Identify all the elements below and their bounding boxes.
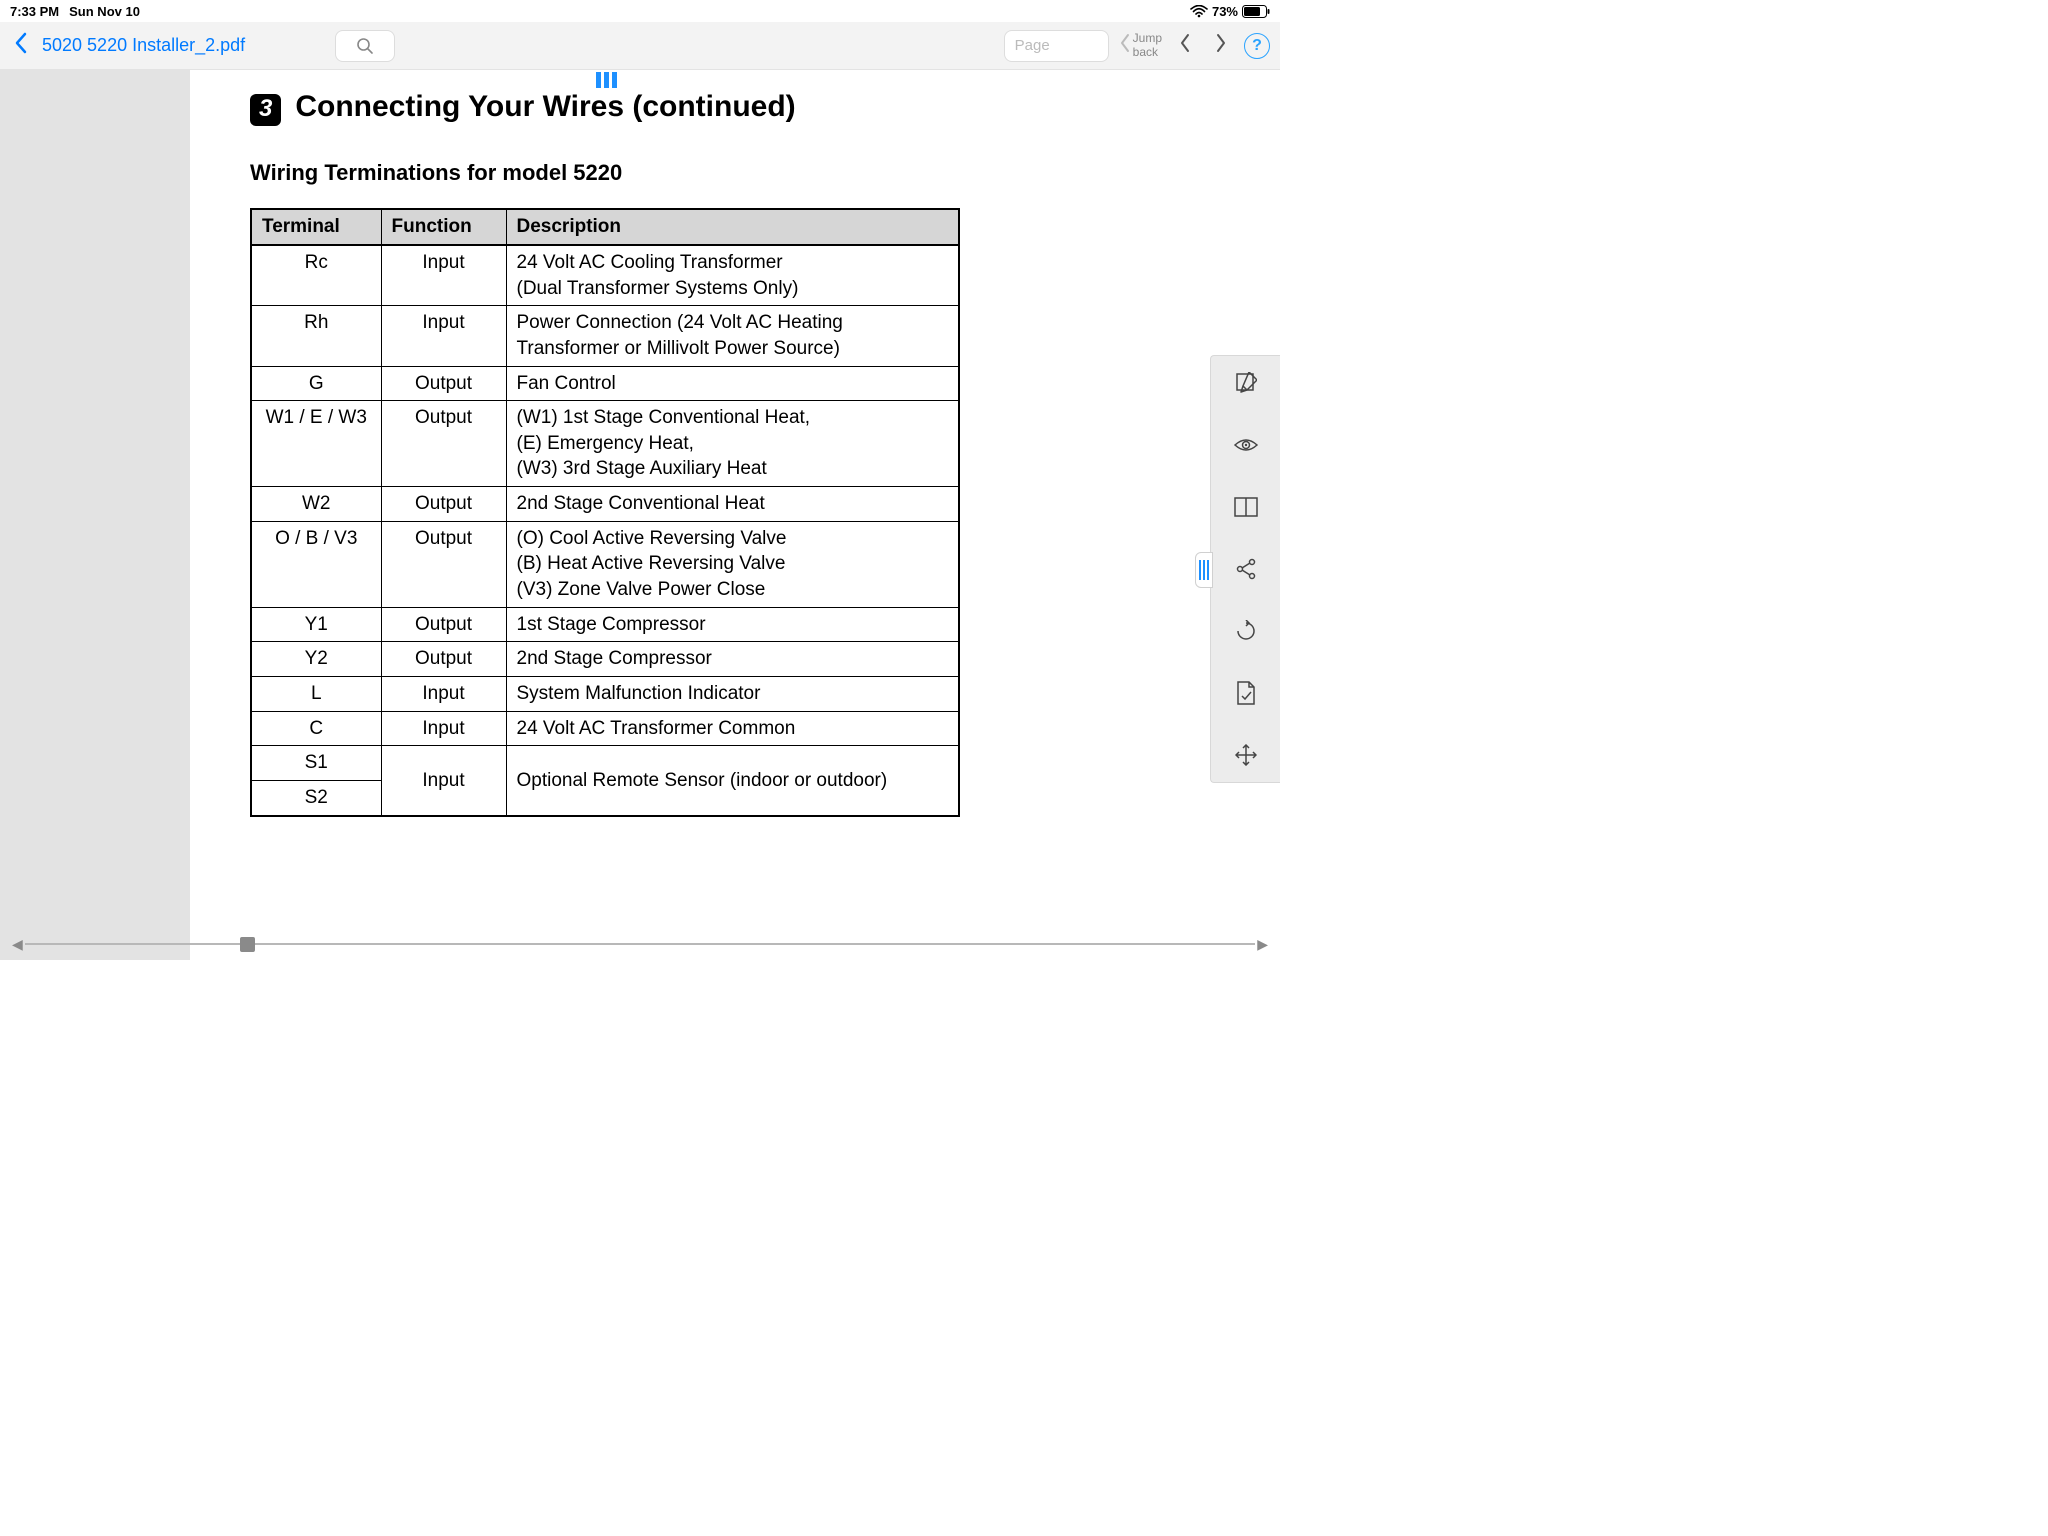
cell-function: Input [381,676,506,711]
col-terminal: Terminal [251,209,381,245]
chevron-left-icon [1119,33,1131,58]
two-page-icon[interactable] [1233,494,1259,520]
table-row: RcInput24 Volt AC Cooling Transformer(Du… [251,245,959,306]
cell-description: 1st Stage Compressor [506,607,959,642]
rotate-icon[interactable] [1233,618,1259,644]
cell-terminal: Y2 [251,642,381,677]
cell-description: 24 Volt AC Transformer Common [506,711,959,746]
cell-description: Power Connection (24 Volt AC HeatingTran… [506,306,959,366]
cell-terminal: S1S2 [251,746,381,816]
jump-back-label: Jump back [1133,32,1162,58]
cell-terminal: Rh [251,306,381,366]
search-button[interactable] [335,30,395,62]
next-page-button[interactable] [1208,32,1234,60]
cell-description: (W1) 1st Stage Conventional Heat,(E) Eme… [506,401,959,487]
side-toolbar [1210,355,1280,783]
cell-description: 2nd Stage Conventional Heat [506,487,959,522]
scroll-right-icon[interactable]: ▶ [1255,936,1270,953]
document-page[interactable]: 3 Connecting Your Wires (continued) Wiri… [190,70,1280,960]
cell-function: Output [381,521,506,607]
cell-description: (O) Cool Active Reversing Valve(B) Heat … [506,521,959,607]
status-bar: 7:33 PM Sun Nov 10 73% [0,0,1280,22]
cell-terminal-s1: S1 [252,746,381,780]
section-title-main: Connecting Your Wires [295,90,632,123]
cell-description: 24 Volt AC Cooling Transformer(Dual Tran… [506,245,959,306]
cell-description: System Malfunction Indicator [506,676,959,711]
cell-function: Output [381,487,506,522]
left-gutter [0,70,190,960]
move-icon[interactable] [1233,742,1259,768]
cell-terminal: L [251,676,381,711]
scroll-thumb[interactable] [240,937,255,952]
cell-function: Output [381,366,506,401]
table-row: W1 / E / W3Output(W1) 1st Stage Conventi… [251,401,959,487]
table-row: W2Output2nd Stage Conventional Heat [251,487,959,522]
jump-back-button[interactable]: Jump back [1119,32,1162,58]
col-description: Description [506,209,959,245]
section-heading: 3 Connecting Your Wires (continued) [250,90,1220,126]
cell-terminal: Y1 [251,607,381,642]
battery-icon [1242,5,1270,18]
cell-function: Output [381,401,506,487]
table-row: O / B / V3Output(O) Cool Active Reversin… [251,521,959,607]
table-row: Y2Output2nd Stage Compressor [251,642,959,677]
app-toolbar: 5020 5220 Installer_2.pdf Jump back ? [0,22,1280,70]
help-label: ? [1252,37,1262,55]
cell-function: Input [381,711,506,746]
wifi-icon [1190,5,1208,18]
wiring-table: Terminal Function Description RcInput24 … [250,208,960,817]
cell-terminal: W2 [251,487,381,522]
col-function: Function [381,209,506,245]
page-check-icon[interactable] [1233,680,1259,706]
cell-terminal: O / B / V3 [251,521,381,607]
scroll-left-icon[interactable]: ◀ [10,936,25,953]
table-header-row: Terminal Function Description [251,209,959,245]
step-number-badge: 3 [250,94,281,126]
cell-function: Input [381,746,506,816]
horizontal-scrollbar[interactable]: ◀ ▶ [10,936,1270,952]
status-time: 7:33 PM [10,4,59,19]
section-title-continued: (continued) [632,90,795,123]
cell-terminal: Rc [251,245,381,306]
cell-terminal-s2: S2 [252,780,381,814]
cell-function: Input [381,245,506,306]
cell-function: Output [381,642,506,677]
section-title: Connecting Your Wires (continued) [295,90,795,124]
workspace: 3 Connecting Your Wires (continued) Wiri… [0,70,1280,960]
cell-terminal: W1 / E / W3 [251,401,381,487]
table-row: RhInputPower Connection (24 Volt AC Heat… [251,306,959,366]
cell-description: Fan Control [506,366,959,401]
prev-page-button[interactable] [1172,32,1198,60]
scroll-track[interactable] [25,943,1255,945]
page-number-input[interactable] [1004,30,1109,62]
document-title[interactable]: 5020 5220 Installer_2.pdf [42,35,245,56]
table-row: LInputSystem Malfunction Indicator [251,676,959,711]
subheading: Wiring Terminations for model 5220 [250,160,1220,186]
cell-terminal: C [251,711,381,746]
annotate-icon[interactable] [1233,370,1259,396]
eye-icon[interactable] [1233,432,1259,458]
cell-description: 2nd Stage Compressor [506,642,959,677]
table-row: GOutputFan Control [251,366,959,401]
table-row: Y1Output1st Stage Compressor [251,607,959,642]
help-button[interactable]: ? [1244,33,1270,59]
cell-terminal: G [251,366,381,401]
cell-function: Input [381,306,506,366]
page-tab-indicator[interactable] [596,72,617,88]
table-row: CInput24 Volt AC Transformer Common [251,711,959,746]
cell-description: Optional Remote Sensor (indoor or outdoo… [506,746,959,816]
back-button[interactable] [10,32,32,60]
side-toolbar-handle[interactable] [1195,552,1213,588]
table-row: S1S2InputOptional Remote Sensor (indoor … [251,746,959,816]
status-battery-pct: 73% [1212,4,1238,19]
cell-function: Output [381,607,506,642]
share-icon[interactable] [1233,556,1259,582]
status-date: Sun Nov 10 [69,4,140,19]
